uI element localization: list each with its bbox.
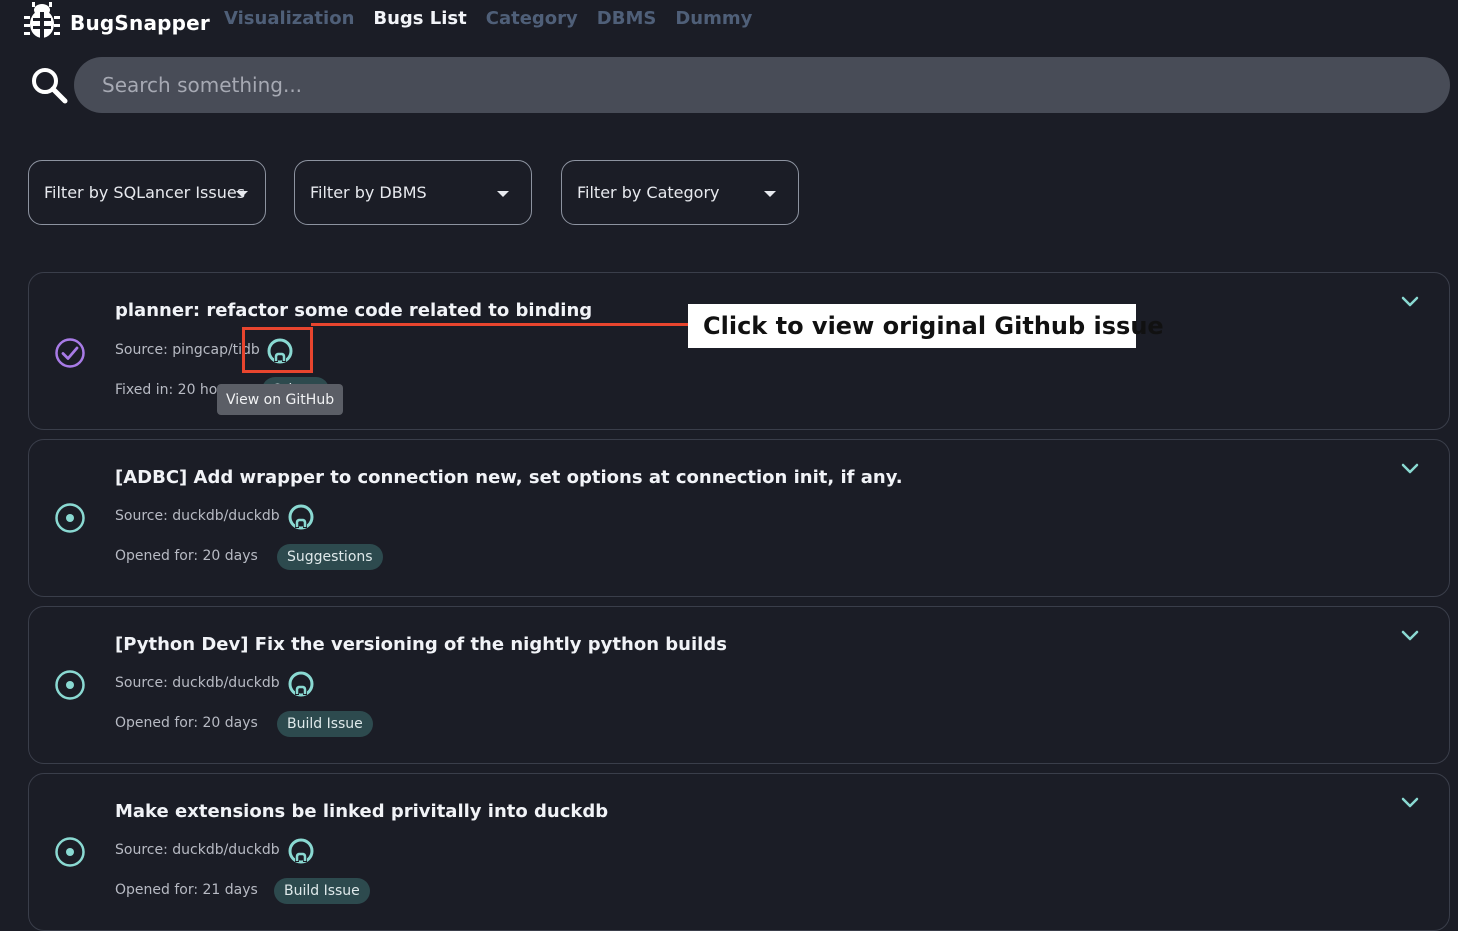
bug-card[interactable]: [Python Dev] Fix the versioning of the n… <box>28 606 1450 764</box>
nav-link-bugs-list[interactable]: Bugs List <box>373 8 466 29</box>
annotation-connector-line <box>311 323 689 326</box>
nav-link-visualization[interactable]: Visualization <box>224 8 354 29</box>
search-icon[interactable] <box>30 66 68 108</box>
github-icon[interactable] <box>287 670 315 702</box>
github-icon[interactable] <box>287 503 315 535</box>
bug-card[interactable]: Make extensions be linked privitally int… <box>28 773 1450 931</box>
bug-source: Source: duckdb/duckdb <box>115 675 280 691</box>
bug-source: Source: duckdb/duckdb <box>115 508 280 524</box>
bug-title[interactable]: Make extensions be linked privitally int… <box>115 801 608 822</box>
app-name: BugSnapper <box>70 11 210 35</box>
nav-links: Visualization Bugs List Category DBMS Du… <box>224 8 771 29</box>
filter-dbms-label: Filter by DBMS <box>310 183 427 202</box>
bug-title[interactable]: [ADBC] Add wrapper to connection new, se… <box>115 467 903 488</box>
bug-source: Source: pingcap/tidb <box>115 342 260 358</box>
navbar: BugSnapper Visualization Bugs List Categ… <box>0 0 1458 42</box>
github-icon[interactable] <box>287 837 315 869</box>
open-issue-icon <box>53 501 87 539</box>
filter-sqlancer-label: Filter by SQLancer Issues <box>44 183 246 202</box>
filter-sqlancer-issues[interactable]: Filter by SQLancer Issues <box>28 160 266 225</box>
category-tag: Build Issue <box>274 878 370 904</box>
filter-category-label: Filter by Category <box>577 183 720 202</box>
category-tag: Build Issue <box>277 711 373 737</box>
brand[interactable]: BugSnapper <box>24 2 210 44</box>
category-tag: Suggestions <box>277 544 383 570</box>
open-issue-icon <box>53 835 87 873</box>
nav-link-dummy[interactable]: Dummy <box>675 8 752 29</box>
bug-age: Opened for: 20 days <box>115 548 258 564</box>
fixed-check-icon <box>53 336 87 374</box>
bug-source: Source: duckdb/duckdb <box>115 842 280 858</box>
annotation-highlight-box <box>242 327 313 373</box>
search-input[interactable] <box>74 57 1450 113</box>
caret-down-icon <box>236 191 248 197</box>
chevron-down-icon[interactable] <box>1401 460 1419 479</box>
filter-dbms[interactable]: Filter by DBMS <box>294 160 532 225</box>
chevron-down-icon[interactable] <box>1401 627 1419 646</box>
bug-logo-icon <box>24 2 60 44</box>
filter-category[interactable]: Filter by Category <box>561 160 799 225</box>
bug-age: Opened for: 20 days <box>115 715 258 731</box>
caret-down-icon <box>497 191 509 197</box>
bug-title[interactable]: [Python Dev] Fix the versioning of the n… <box>115 634 727 655</box>
caret-down-icon <box>764 191 776 197</box>
bug-title[interactable]: planner: refactor some code related to b… <box>115 300 592 321</box>
open-issue-icon <box>53 668 87 706</box>
annotation-callout: Click to view original Github issue <box>688 304 1164 348</box>
github-tooltip: View on GitHub <box>217 384 344 415</box>
nav-link-dbms[interactable]: DBMS <box>597 8 657 29</box>
nav-link-category[interactable]: Category <box>486 8 578 29</box>
bug-card[interactable]: [ADBC] Add wrapper to connection new, se… <box>28 439 1450 597</box>
chevron-down-icon[interactable] <box>1401 293 1419 312</box>
bug-age: Opened for: 21 days <box>115 882 258 898</box>
chevron-down-icon[interactable] <box>1401 794 1419 813</box>
